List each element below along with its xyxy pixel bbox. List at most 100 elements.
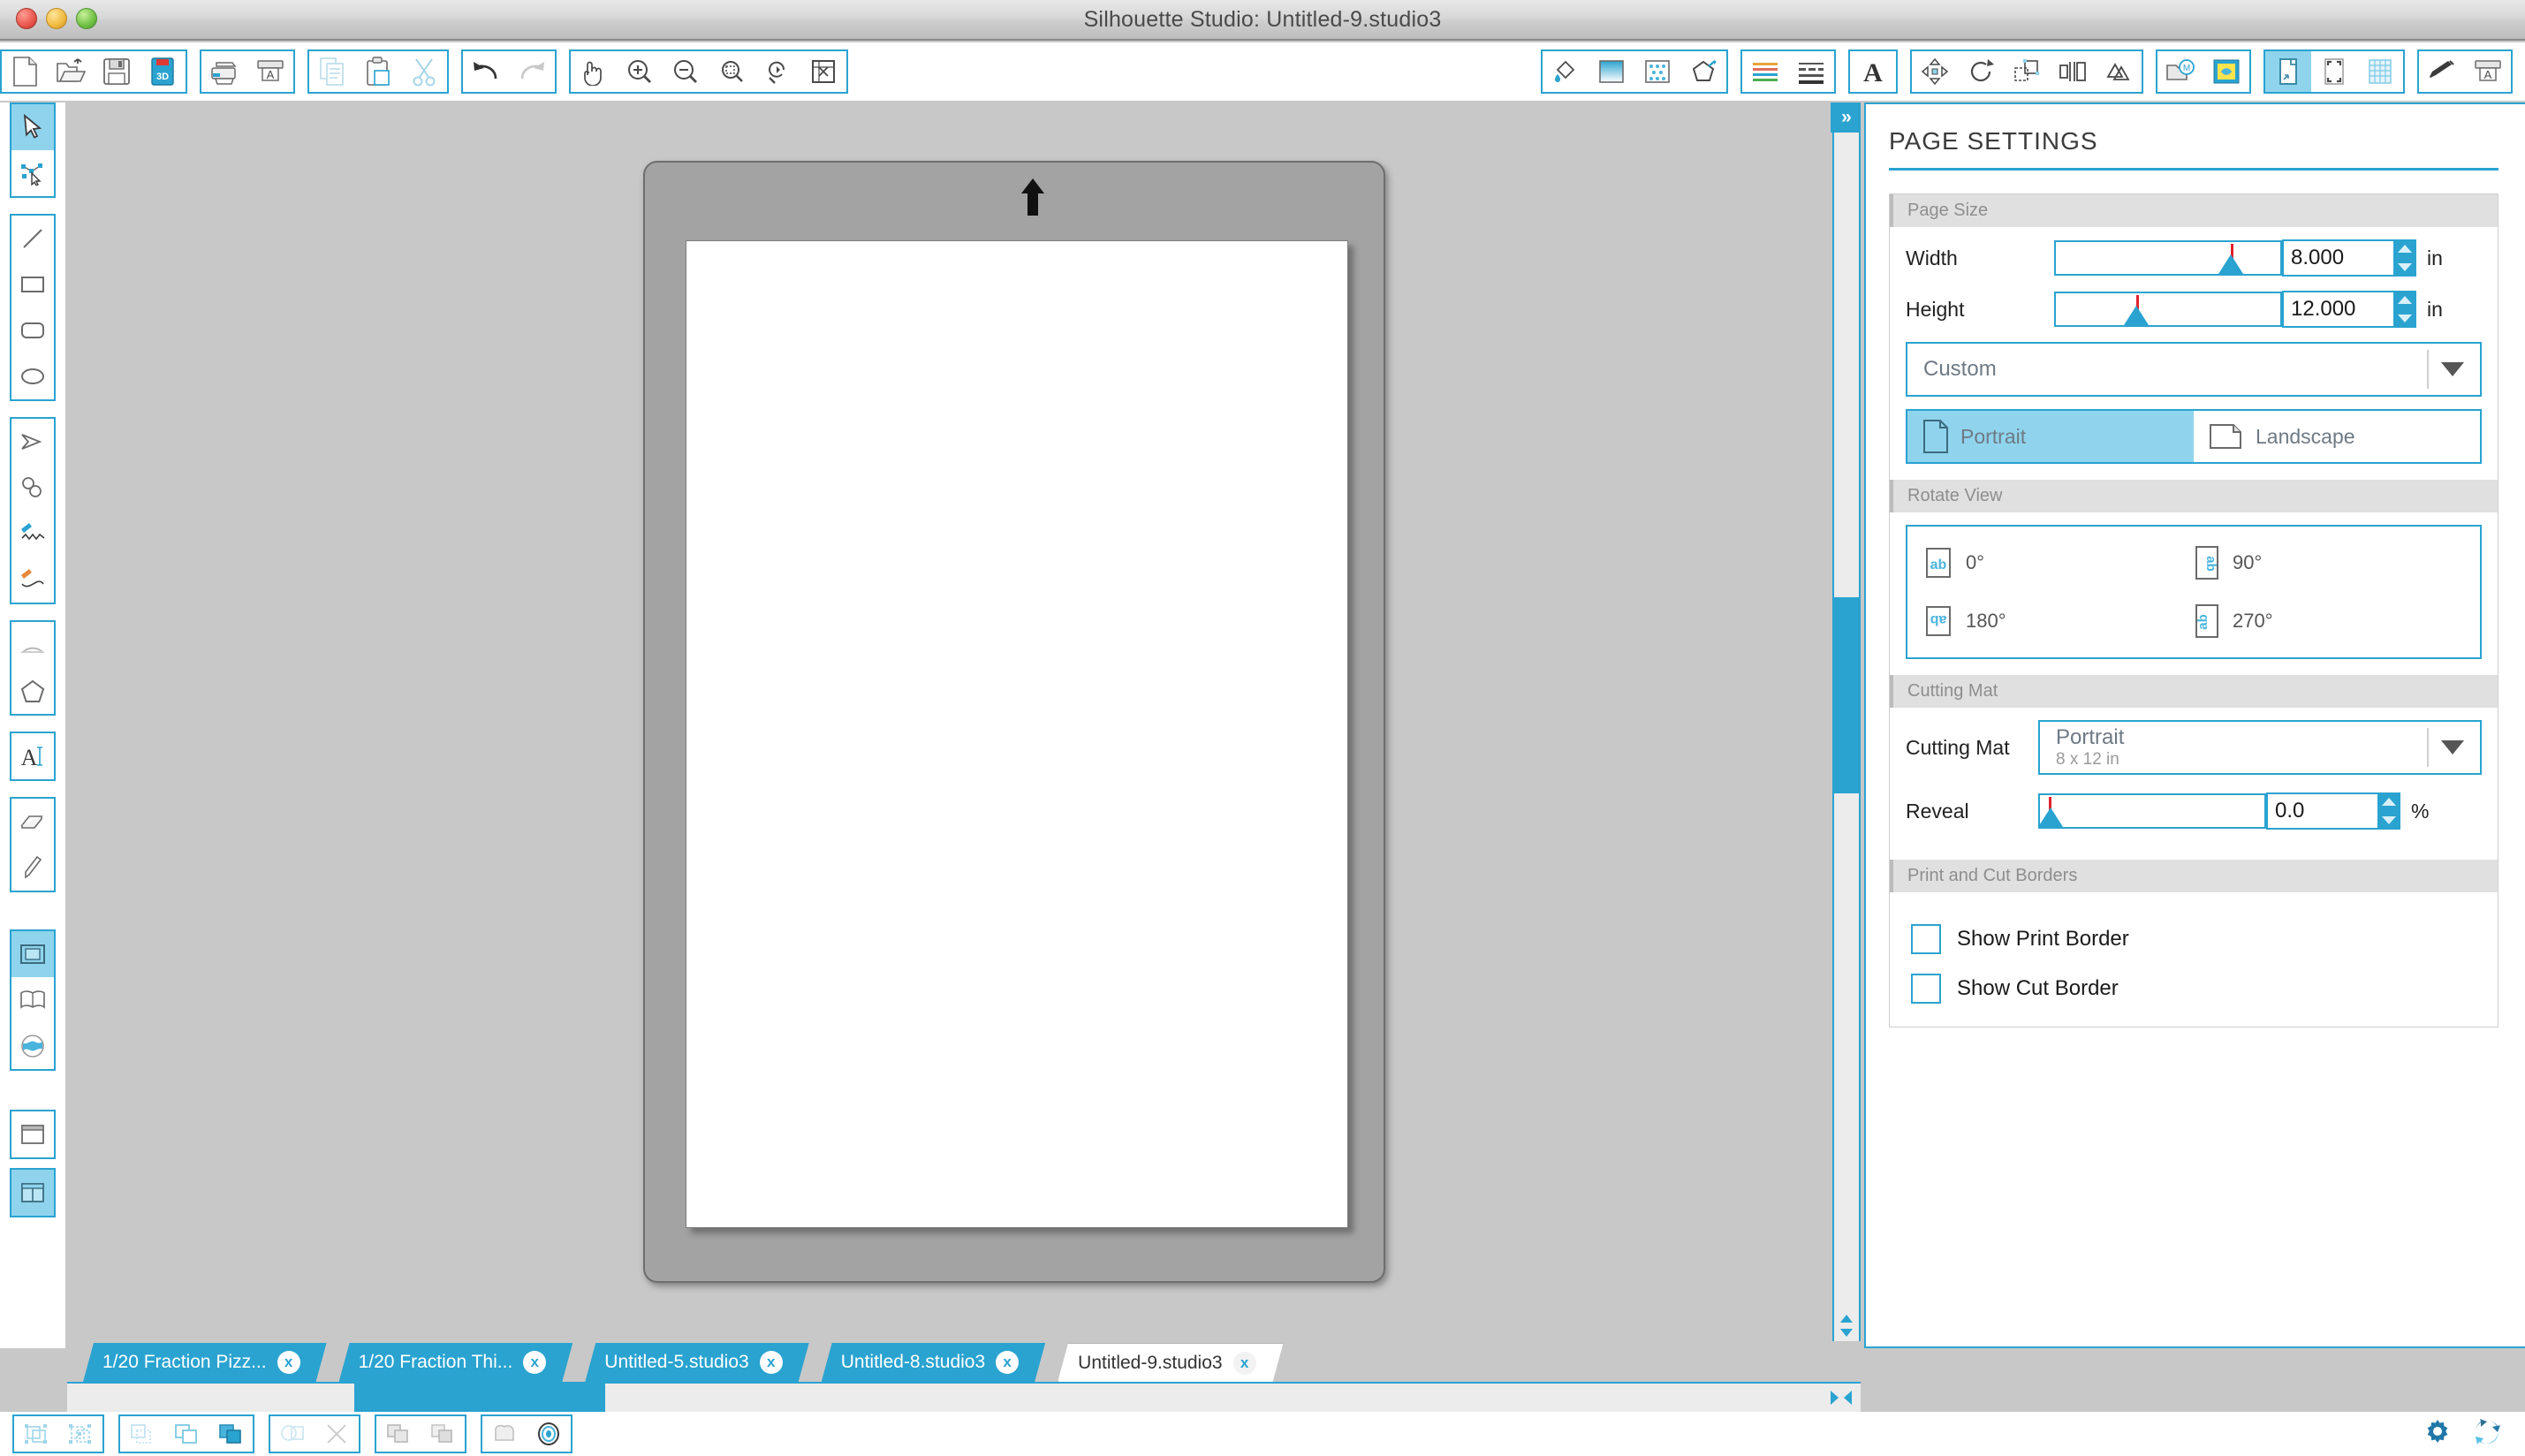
detach-icon[interactable] xyxy=(315,1416,359,1452)
select-arrow-icon[interactable] xyxy=(11,104,54,150)
line-color-icon[interactable] xyxy=(1680,51,1726,92)
rotate-icon[interactable] xyxy=(1958,51,2004,92)
single-pane-icon[interactable] xyxy=(11,1111,54,1157)
zoom-button[interactable] xyxy=(76,8,97,29)
tab-close-icon[interactable]: x xyxy=(277,1351,300,1374)
orientation-landscape-option[interactable]: Landscape xyxy=(2194,411,2480,462)
minimize-button[interactable] xyxy=(46,8,67,29)
line-color-swatches-icon[interactable] xyxy=(1742,51,1788,92)
panel-expander-button[interactable]: » xyxy=(1831,102,1861,133)
height-input[interactable]: 12.000 xyxy=(2282,291,2395,328)
knife-tool-icon[interactable] xyxy=(11,845,54,891)
horizontal-scroll-nub[interactable] xyxy=(1822,1384,1861,1412)
gradient-fill-icon[interactable] xyxy=(1589,51,1634,92)
save-icon[interactable] xyxy=(94,51,140,92)
regular-polygon-tool-icon[interactable] xyxy=(11,668,54,714)
registration-marks-icon[interactable] xyxy=(2311,51,2357,92)
rotate-90-option[interactable]: ab 90° xyxy=(2194,544,2464,581)
line-style-icon[interactable] xyxy=(1788,51,1834,92)
save-3d-icon[interactable]: 3D xyxy=(140,51,186,92)
send-to-back-icon[interactable] xyxy=(164,1416,209,1452)
curve-tool-icon[interactable] xyxy=(11,465,54,511)
paste-icon[interactable] xyxy=(355,51,401,92)
document-tab[interactable]: Untitled-5.studio3 x xyxy=(585,1343,808,1382)
reveal-slider[interactable] xyxy=(2038,793,2266,829)
send-to-silhouette-icon[interactable]: A xyxy=(247,51,293,92)
width-slider[interactable] xyxy=(2054,240,2282,276)
move-icon[interactable] xyxy=(1912,51,1958,92)
design-page[interactable] xyxy=(686,240,1348,1228)
align-icon[interactable] xyxy=(2050,51,2096,92)
rotate-0-option[interactable]: ab 0° xyxy=(1923,544,2194,581)
chevron-down-icon[interactable] xyxy=(2441,740,2464,755)
arc-tool-icon[interactable] xyxy=(11,622,54,668)
send-to-cut-icon[interactable]: A xyxy=(2465,51,2511,92)
draw-freehand-icon[interactable] xyxy=(11,511,54,557)
document-tab[interactable]: 1/20 Fraction Pizz... x xyxy=(83,1343,327,1382)
document-tab[interactable]: Untitled-8.studio3 x xyxy=(822,1343,1045,1382)
width-input[interactable]: 8.000 xyxy=(2282,239,2395,277)
text-style-icon[interactable]: A xyxy=(1850,51,1896,92)
sync-icon[interactable] xyxy=(2472,1417,2502,1452)
rounded-rectangle-tool-icon[interactable] xyxy=(11,307,54,353)
redo-icon[interactable] xyxy=(509,51,555,92)
ellipse-tool-icon[interactable] xyxy=(11,353,54,399)
horizontal-scroll-thumb[interactable] xyxy=(353,1384,605,1412)
store-icon[interactable] xyxy=(2203,51,2249,92)
cutting-mat-dropdown[interactable]: Portrait 8 x 12 in xyxy=(2038,720,2482,775)
vertical-scroll-thumb[interactable] xyxy=(1834,597,1859,793)
offset-icon[interactable] xyxy=(482,1416,527,1452)
weld-icon[interactable] xyxy=(270,1416,315,1452)
rotate-270-option[interactable]: ab 270° xyxy=(2194,603,2464,640)
eraser-tool-icon[interactable] xyxy=(11,799,54,845)
orientation-portrait-option[interactable]: Portrait xyxy=(1907,411,2194,462)
zoom-out-icon[interactable] xyxy=(663,51,709,92)
reveal-input[interactable]: 0.0 xyxy=(2266,792,2379,830)
ungroup-icon[interactable] xyxy=(58,1416,102,1452)
tab-close-icon[interactable]: x xyxy=(760,1351,783,1374)
copy-icon[interactable] xyxy=(309,51,355,92)
pan-hand-icon[interactable] xyxy=(571,51,617,92)
trace-icon[interactable] xyxy=(527,1416,571,1452)
rotate-180-option[interactable]: ab 180° xyxy=(1923,603,2194,640)
make-compound-path-icon[interactable] xyxy=(120,1416,164,1452)
canvas-vertical-scrollbar[interactable] xyxy=(1832,102,1861,1348)
split-pane-icon[interactable] xyxy=(11,1170,54,1216)
tab-close-icon[interactable]: x xyxy=(996,1351,1019,1374)
new-document-icon[interactable] xyxy=(2,51,48,92)
show-cut-border-checkbox[interactable] xyxy=(1911,974,1941,1004)
scale-icon[interactable] xyxy=(2004,51,2050,92)
group-icon[interactable] xyxy=(14,1416,58,1452)
canvas-horizontal-scrollbar[interactable] xyxy=(67,1382,1861,1412)
my-library-icon[interactable]: M xyxy=(2157,51,2203,92)
gear-icon[interactable] xyxy=(2423,1417,2453,1452)
open-folder-icon[interactable] xyxy=(48,51,94,92)
page-size-preset-dropdown[interactable]: Custom xyxy=(1906,342,2482,397)
fill-color-icon[interactable] xyxy=(1543,51,1589,92)
polygon-tool-icon[interactable] xyxy=(11,419,54,465)
zoom-in-icon[interactable] xyxy=(617,51,663,92)
design-canvas[interactable]: » xyxy=(67,102,1861,1348)
library-book-icon[interactable] xyxy=(11,977,54,1023)
chevron-down-icon[interactable] xyxy=(2441,362,2464,376)
close-button[interactable] xyxy=(16,8,37,29)
store-globe-icon[interactable] xyxy=(11,1023,54,1069)
tab-close-icon[interactable]: x xyxy=(1233,1352,1256,1375)
pattern-fill-icon[interactable] xyxy=(1634,51,1680,92)
grid-icon[interactable] xyxy=(2357,51,2403,92)
zoom-reset-icon[interactable] xyxy=(754,51,800,92)
height-slider[interactable] xyxy=(2054,292,2282,327)
bring-to-front-icon[interactable] xyxy=(209,1416,253,1452)
design-page-icon[interactable] xyxy=(11,931,54,977)
page-settings-icon[interactable] xyxy=(2265,51,2311,92)
undo-icon[interactable] xyxy=(463,51,509,92)
line-tool-icon[interactable] xyxy=(11,216,54,262)
tab-close-icon[interactable]: x xyxy=(523,1351,546,1374)
show-print-border-row[interactable]: Show Print Border xyxy=(1911,924,2482,954)
cut-settings-icon[interactable] xyxy=(2419,51,2465,92)
replicate-icon[interactable] xyxy=(2096,51,2142,92)
zoom-selection-icon[interactable] xyxy=(709,51,754,92)
document-tab[interactable]: 1/20 Fraction Thi... x xyxy=(339,1343,573,1382)
intersect-icon[interactable] xyxy=(421,1416,465,1452)
show-print-border-checkbox[interactable] xyxy=(1911,924,1941,954)
